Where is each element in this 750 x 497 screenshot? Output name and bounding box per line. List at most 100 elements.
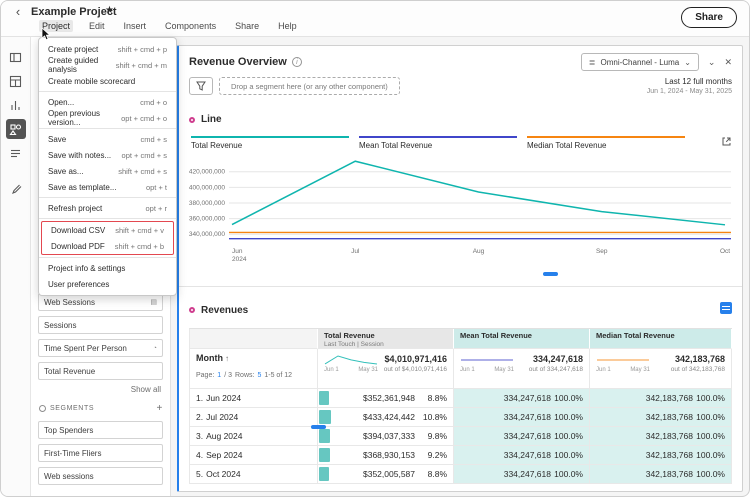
legend-total-revenue[interactable]: Total Revenue: [191, 136, 349, 150]
export-chart-icon[interactable]: [721, 134, 732, 152]
table-row[interactable]: 5.Oct 2024 $352,005,5878.8% 334,247,6181…: [190, 465, 732, 484]
segment-item-first-time-fliers[interactable]: First-Time Fliers: [38, 444, 163, 462]
chart-scrollbar-thumb[interactable]: [543, 272, 558, 276]
legend-mean-total-revenue[interactable]: Mean Total Revenue: [359, 136, 517, 150]
menu-item-create-guided-analysis[interactable]: Create guided analysisshift + cmd + m: [39, 57, 176, 73]
band-median-total-revenue[interactable]: Median Total Revenue: [590, 329, 732, 349]
menu-item-download-csv[interactable]: Download CSVshift + cmd + v: [42, 222, 173, 238]
download-highlight-box: Download CSVshift + cmd + v Download PDF…: [41, 221, 174, 255]
legend-median-total-revenue[interactable]: Median Total Revenue: [527, 136, 685, 150]
line-viz-header: Line: [179, 100, 742, 125]
menu-item-project-info-settings[interactable]: Project info & settings: [39, 260, 176, 276]
tables-icon[interactable]: [6, 71, 26, 91]
segment-icon: [39, 405, 46, 412]
mean-sparkline: [460, 354, 514, 366]
components-icon[interactable]: [6, 119, 26, 139]
table-horizontal-scrollbar-thumb[interactable]: [311, 425, 326, 429]
svg-text:420,000,000: 420,000,000: [189, 169, 226, 176]
menu-item-label: Open previous version...: [48, 109, 113, 127]
toc-icon[interactable]: [6, 143, 26, 163]
menu-item-save[interactable]: Savecmd + s: [39, 131, 176, 147]
menu-separator: [39, 128, 176, 129]
share-button[interactable]: Share: [681, 7, 737, 28]
table-settings-icon[interactable]: [720, 301, 732, 319]
table-row[interactable]: 1.Jun 2024 $352,361,9488.8% 334,247,6181…: [190, 389, 732, 408]
row-mean-pct: 100.0%: [551, 450, 583, 460]
page-number-input[interactable]: 1: [217, 372, 221, 379]
menu-item-label: Create mobile scorecard: [48, 77, 135, 86]
row-value: $352,361,948: [363, 393, 415, 403]
show-all-link[interactable]: Show all: [38, 385, 161, 394]
spark-start-label: Jun 1: [324, 367, 339, 373]
close-panel-icon[interactable]: ✕: [724, 57, 732, 68]
metric-label: Web Sessions: [44, 298, 95, 307]
menu-item-download-pdf[interactable]: Download PDFshift + cmd + b: [42, 238, 173, 254]
row-median-pct: 100.0%: [693, 393, 725, 403]
segment-filter-button[interactable]: [189, 77, 213, 95]
metric-item-time-spent[interactable]: Time Spent Per Person◔: [38, 339, 163, 357]
menu-edit[interactable]: Edit: [86, 20, 108, 32]
visualizations-icon[interactable]: [6, 95, 26, 115]
info-icon[interactable]: i: [292, 57, 302, 67]
row-pct: 10.8%: [415, 412, 447, 422]
mean-grand-total: 334,247,618: [529, 354, 583, 364]
chart-scrollbar[interactable]: [189, 271, 732, 277]
collapse-panel-icon[interactable]: ⌄: [708, 57, 716, 68]
menu-share[interactable]: Share: [232, 20, 262, 32]
dataset-icon: ≣: [589, 58, 596, 67]
favorite-star-icon[interactable]: ★: [105, 5, 114, 16]
band-metric-name: Total Revenue: [324, 331, 447, 340]
menu-item-open-previous-version[interactable]: Open previous version...opt + cmd + o: [39, 110, 176, 126]
row-mean: 334,247,618: [504, 450, 551, 460]
rows-count-input[interactable]: 5: [257, 372, 261, 379]
menu-item-open[interactable]: Open...cmd + o: [39, 94, 176, 110]
dataset-selector[interactable]: ≣ Omni-Channel - Luma ⌄: [581, 53, 699, 71]
segment-item-top-spenders[interactable]: Top Spenders: [38, 421, 163, 439]
segment-drop-zone[interactable]: Drop a segment here (or any other compon…: [219, 77, 400, 95]
menu-item-create-mobile-scorecard[interactable]: Create mobile scorecard: [39, 73, 176, 89]
sort-asc-icon[interactable]: ↑: [225, 354, 229, 363]
table-row[interactable]: 2.Jul 2024 $433,424,44210.8% 334,247,618…: [190, 408, 732, 427]
line-chart[interactable]: 340,000,000360,000,000380,000,000400,000…: [179, 150, 742, 269]
menu-item-create-project[interactable]: Create projectshift + cmd + p: [39, 41, 176, 57]
menu-item-refresh-project[interactable]: Refresh projectopt + r: [39, 200, 176, 216]
freeform-table: Total Revenue Last Touch | Session Mean …: [189, 328, 732, 484]
line-viz-title[interactable]: Line: [201, 114, 222, 125]
menu-insert[interactable]: Insert: [121, 20, 150, 32]
table-row[interactable]: 3.Aug 2024 $394,037,3339.8% 334,247,6181…: [190, 427, 732, 446]
revenue-overview-panel: Revenue Overview i ≣ Omni-Channel - Luma…: [177, 45, 743, 492]
panel-header: Revenue Overview i ≣ Omni-Channel - Luma…: [179, 46, 742, 74]
style-brush-icon[interactable]: [6, 179, 26, 199]
menu-components[interactable]: Components: [162, 20, 219, 32]
row-mean-pct: 100.0%: [551, 393, 583, 403]
row-pct: 8.8%: [415, 469, 447, 479]
menu-item-save-as[interactable]: Save as...shift + cmd + s: [39, 163, 176, 179]
menu-item-save-with-notes[interactable]: Save with notes...opt + cmd + s: [39, 147, 176, 163]
metric-item-total-revenue[interactable]: Total Revenue: [38, 362, 163, 380]
mean-totals-cell: Jun 1May 31 334,247,618 out of 334,247,6…: [454, 349, 590, 389]
spark-end-label: May 31: [358, 367, 378, 373]
menu-item-shortcut: opt + t: [138, 183, 167, 192]
segment-label: Web sessions: [44, 472, 94, 481]
revenues-title[interactable]: Revenues: [201, 305, 248, 316]
row-median: 342,183,768: [646, 412, 693, 422]
metric-badge-icon: ◔: [153, 345, 157, 352]
add-segment-icon[interactable]: +: [157, 403, 163, 414]
month-header-cell[interactable]: Month↑ Page: 1 / 3 Rows: 5 1-5 of 12: [190, 349, 318, 389]
row-number: 4.: [196, 450, 203, 460]
median-totals-cell: Jun 1May 31 342,183,768 out of 342,183,7…: [590, 349, 732, 389]
date-range-block[interactable]: Last 12 full months Jun 1, 2024 - May 31…: [647, 77, 732, 95]
menu-item-user-preferences[interactable]: User preferences: [39, 276, 176, 292]
menu-help[interactable]: Help: [275, 20, 300, 32]
panels-icon[interactable]: [6, 47, 26, 67]
spark-start-label: Jun 1: [460, 367, 475, 373]
band-total-revenue[interactable]: Total Revenue Last Touch | Session: [318, 329, 454, 349]
band-mean-total-revenue[interactable]: Mean Total Revenue: [454, 329, 590, 349]
table-row[interactable]: 4.Sep 2024 $368,930,1539.2% 334,247,6181…: [190, 446, 732, 465]
menu-item-save-as-template[interactable]: Save as template...opt + t: [39, 179, 176, 195]
row-mean: 334,247,618: [504, 393, 551, 403]
metric-item-sessions[interactable]: Sessions: [38, 316, 163, 334]
row-mean-pct: 100.0%: [551, 431, 583, 441]
back-chevron-icon[interactable]: ‹: [11, 4, 25, 19]
segment-item-web-sessions[interactable]: Web sessions: [38, 467, 163, 485]
